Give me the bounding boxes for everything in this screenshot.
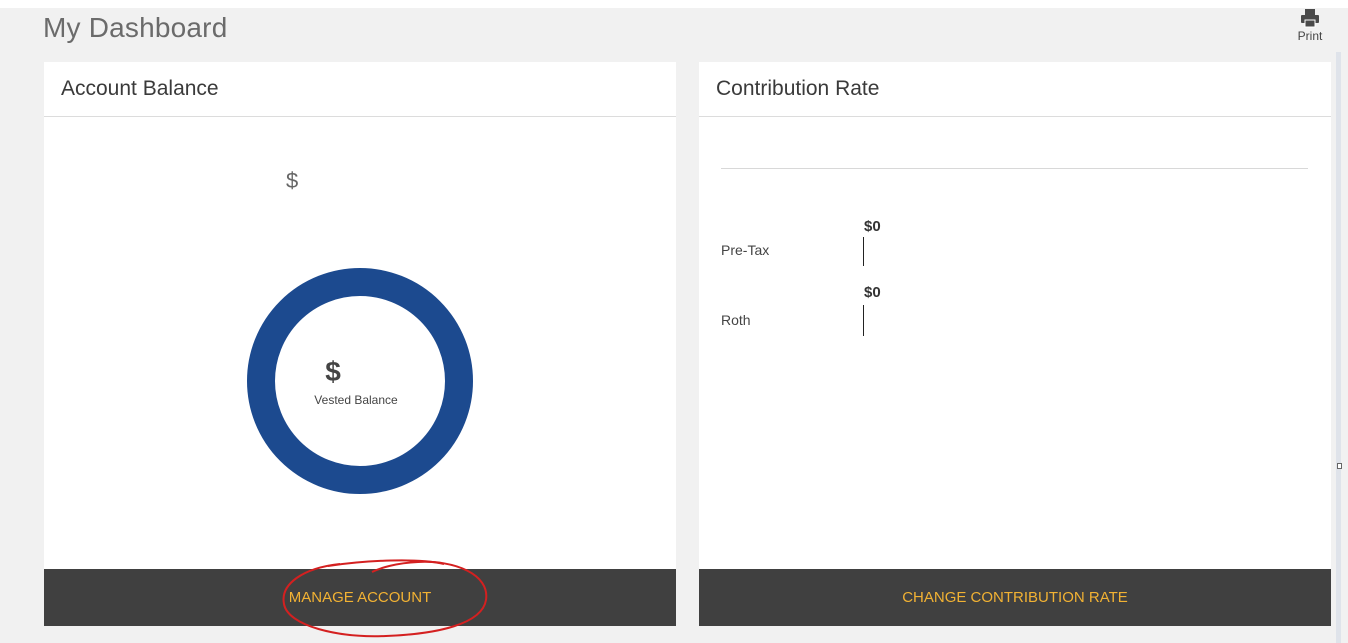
print-label: Print <box>1297 29 1323 43</box>
roth-bar <box>863 305 864 336</box>
scrollbar-track[interactable] <box>1336 52 1341 643</box>
pretax-label: Pre-Tax <box>721 242 770 258</box>
manage-account-button[interactable]: MANAGE ACCOUNT <box>44 569 676 626</box>
top-strip <box>0 0 1348 8</box>
page-title: My Dashboard <box>43 12 228 43</box>
account-balance-value: $ <box>286 168 299 193</box>
account-balance-title: Account Balance <box>44 62 676 117</box>
print-button[interactable]: Print <box>1290 8 1330 50</box>
vested-balance-value: $ <box>325 356 341 387</box>
pretax-bar <box>863 237 864 266</box>
vested-balance-donut: $ Vested Balance <box>247 268 473 494</box>
change-contribution-rate-button[interactable]: CHANGE CONTRIBUTION RATE <box>699 569 1331 626</box>
contribution-row-pretax: $0 Pre-Tax <box>721 212 1021 272</box>
printer-icon <box>1301 9 1319 28</box>
contribution-row-roth: $0 Roth <box>721 282 1021 342</box>
vested-balance-label: Vested Balance <box>314 393 398 407</box>
account-balance-card: Account Balance $ $ Vested Balance MANAG… <box>44 62 676 626</box>
contribution-rate-title: Contribution Rate <box>699 62 1331 117</box>
roth-value: $0 <box>864 284 881 301</box>
pretax-value: $0 <box>864 218 881 235</box>
divider <box>721 168 1308 169</box>
resize-handle[interactable] <box>1337 463 1342 469</box>
roth-label: Roth <box>721 312 751 328</box>
contribution-rate-card: Contribution Rate $0 Pre-Tax $0 Roth CHA… <box>699 62 1331 626</box>
